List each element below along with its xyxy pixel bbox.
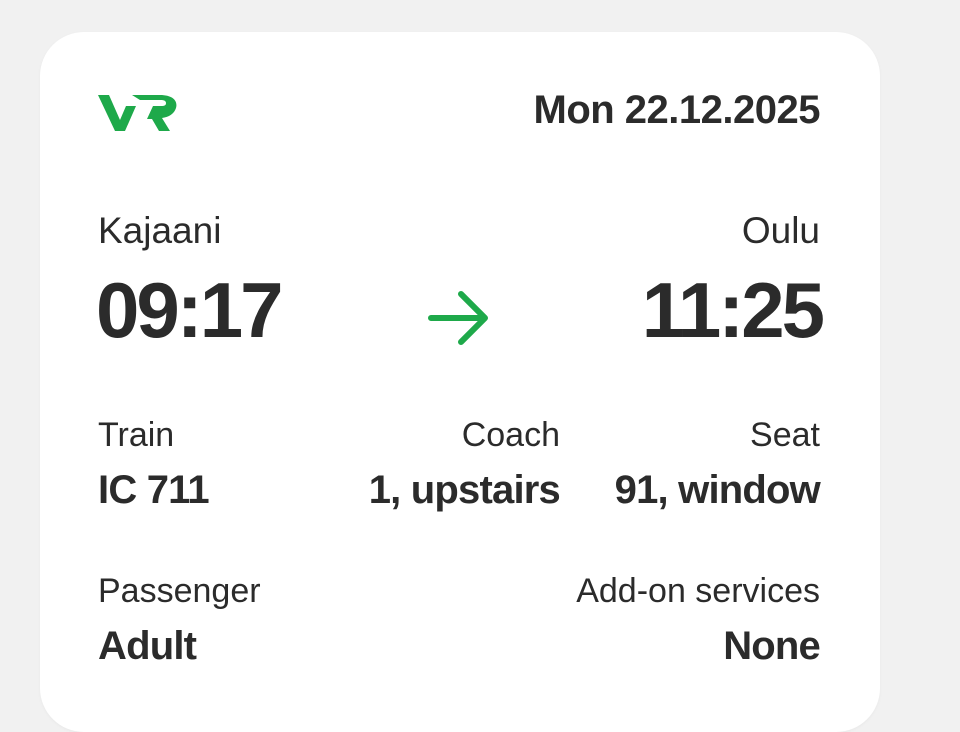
passenger-label: Passenger bbox=[98, 572, 261, 610]
ticket-card: Mon 22.12.2025 Kajaani Oulu 09:17 11:25 … bbox=[40, 32, 880, 732]
departure-station: Kajaani bbox=[98, 210, 222, 251]
train-label: Train bbox=[98, 416, 175, 454]
coach-label: Coach bbox=[461, 416, 560, 454]
train-value: IC 711 bbox=[98, 468, 210, 512]
seat-label: Seat bbox=[750, 416, 820, 454]
vr-logo-icon bbox=[98, 95, 177, 131]
addon-services-label: Add-on services bbox=[576, 572, 820, 610]
addon-services-value: None bbox=[723, 624, 821, 668]
seat-value: 91, window bbox=[614, 468, 821, 512]
arrival-time: 11:25 bbox=[641, 266, 825, 354]
arrival-station: Oulu bbox=[741, 210, 820, 251]
arrow-right-icon bbox=[428, 291, 488, 345]
passenger-value: Adult bbox=[98, 624, 197, 668]
departure-time: 09:17 bbox=[96, 266, 283, 354]
travel-date: Mon 22.12.2025 bbox=[533, 88, 821, 132]
coach-value: 1, upstairs bbox=[368, 468, 561, 512]
